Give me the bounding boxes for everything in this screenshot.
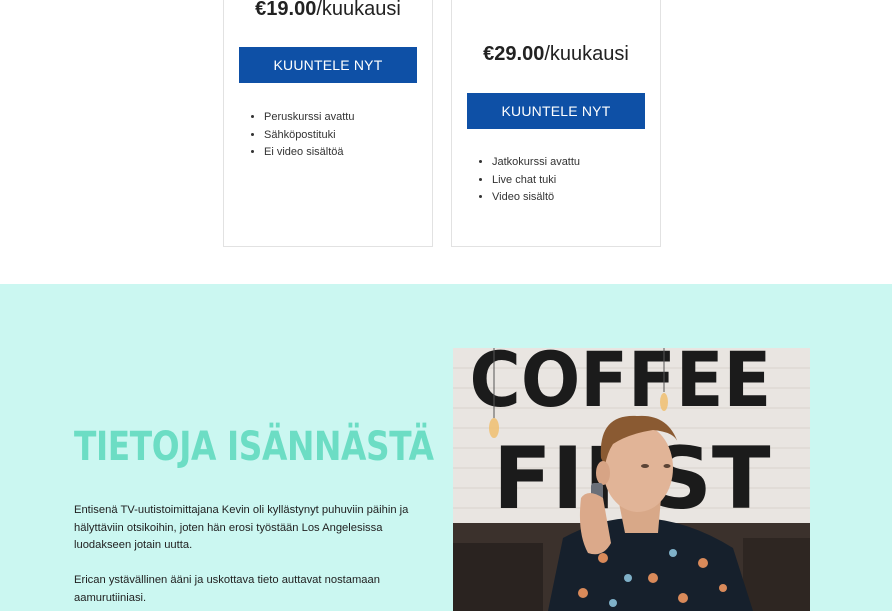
about-host-section: TIETOJA ISÄNNÄSTÄ Entisenä TV-uutistoimi…	[0, 284, 892, 611]
host-photo: COFFEE FIRST	[453, 348, 810, 611]
feature-item: Peruskurssi avattu	[264, 109, 354, 127]
plan-price: €19.00/kuukausi	[224, 0, 432, 21]
about-paragraph: Erican ystävällinen ääni ja uskottava ti…	[74, 574, 380, 604]
about-title: TIETOJA ISÄNNÄSTÄ	[74, 424, 434, 470]
feature-list: Peruskurssi avattu Sähköpostituki Ei vid…	[264, 109, 354, 162]
price-amount: €29.00	[483, 43, 545, 65]
feature-item: Ei video sisältöä	[264, 144, 354, 162]
wall-sign-text: COFFEE	[470, 348, 772, 425]
listen-now-button[interactable]: KUUNTELE NYT	[467, 93, 645, 129]
price-period: /kuukausi	[544, 43, 629, 65]
pricing-section: €19.00/kuukausi KUUNTELE NYT Peruskurssi…	[0, 0, 892, 284]
feature-item: Video sisältö	[492, 189, 580, 207]
feature-item: Jatkokurssi avattu	[492, 154, 580, 172]
about-paragraph: Entisenä TV-uutistoimittajana Kevin oli …	[74, 504, 409, 551]
pricing-card-advanced: €29.00/kuukausi KUUNTELE NYT Jatkokurssi…	[451, 0, 661, 247]
price-period: /kuukausi	[316, 0, 401, 20]
price-amount: €19.00	[255, 0, 317, 20]
listen-now-button[interactable]: KUUNTELE NYT	[239, 47, 417, 83]
plan-price: €29.00/kuukausi	[452, 43, 660, 66]
feature-item: Live chat tuki	[492, 172, 580, 190]
feature-item: Sähköpostituki	[264, 127, 354, 145]
feature-list: Jatkokurssi avattu Live chat tuki Video …	[492, 154, 580, 207]
pricing-card-basic: €19.00/kuukausi KUUNTELE NYT Peruskurssi…	[223, 0, 433, 247]
